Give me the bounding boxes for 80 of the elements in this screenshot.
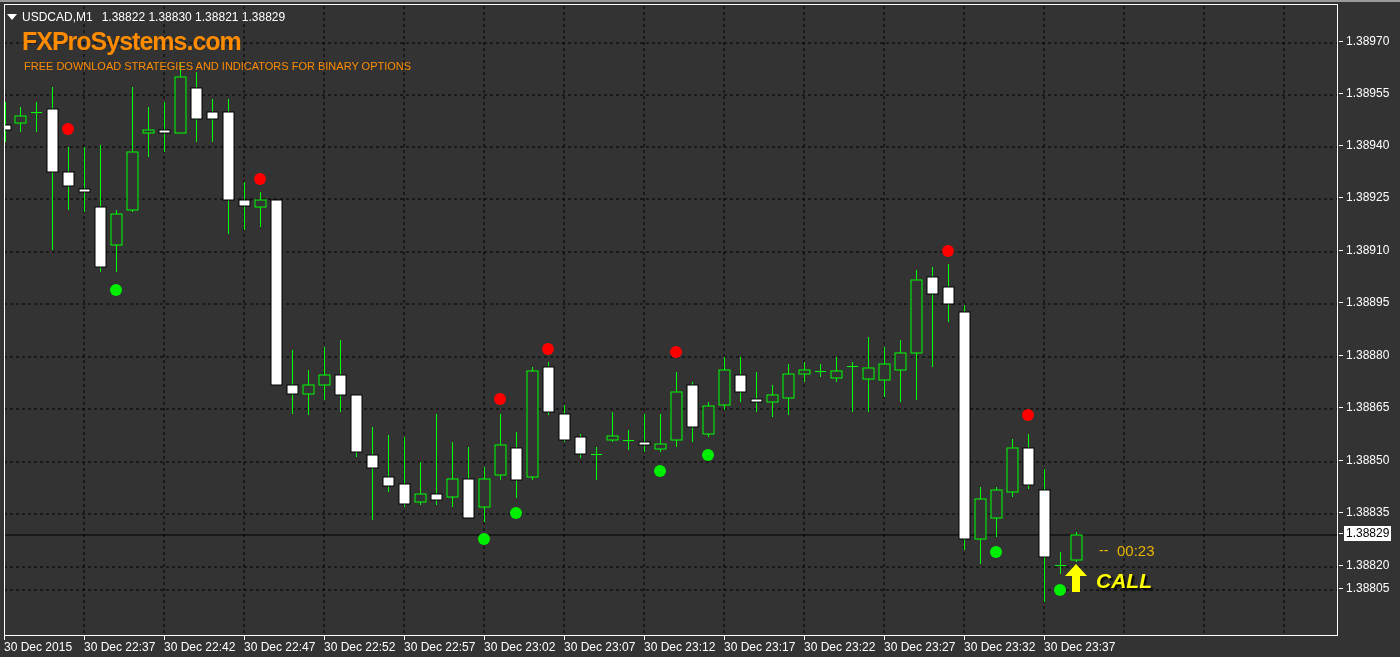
timer-dashes: -- (1099, 541, 1109, 560)
buy-signal-dot (110, 284, 122, 296)
time-label: 30 Dec 23:17 (724, 640, 796, 655)
dropdown-triangle-icon[interactable] (7, 13, 17, 21)
candlestick (798, 361, 811, 383)
buy-signal-dot (478, 533, 490, 545)
sell-signal-dot (542, 343, 554, 355)
brand-title: FXProSystems.com (22, 26, 241, 56)
price-label: 1.38925 (1346, 190, 1390, 205)
time-label: 30 Dec 22:42 (164, 640, 236, 655)
candlestick (622, 429, 635, 451)
time-label: 30 Dec 22:57 (404, 640, 476, 655)
candlestick (206, 98, 219, 143)
price-label: 1.38880 (1346, 348, 1390, 363)
sell-signal-dot (254, 173, 266, 185)
candlestick (494, 413, 507, 481)
time-label: 30 Dec 23:27 (884, 640, 956, 655)
up-arrow-icon (1065, 564, 1087, 592)
price-label: 1.38865 (1346, 400, 1390, 415)
buy-signal-dot (702, 449, 714, 461)
call-signal-label: CALL (1096, 569, 1152, 593)
symbol-label: USDCAD,M1 (22, 9, 93, 26)
time-label: 30 Dec 22:52 (324, 640, 396, 655)
candlestick (782, 363, 795, 416)
time-label: 30 Dec 23:07 (564, 640, 636, 655)
candlestick (654, 413, 667, 453)
sell-signal-dot (942, 245, 954, 257)
time-label: 30 Dec 23:02 (484, 640, 556, 655)
candlestick (878, 346, 891, 398)
time-label: 30 Dec 22:37 (84, 640, 156, 655)
price-label: 1.38820 (1346, 558, 1390, 573)
price-label: 1.38895 (1346, 295, 1390, 310)
time-label: 30 Dec 2015 (4, 640, 73, 655)
sell-signal-dot (1022, 409, 1034, 421)
buy-signal-dot (1054, 584, 1066, 596)
ohlc-values: 1.38822 1.38830 1.38821 1.38829 (101, 9, 286, 26)
candlestick (574, 433, 587, 459)
price-label: 1.38910 (1346, 243, 1390, 258)
candlestick (110, 209, 123, 273)
candlestick (1006, 438, 1019, 498)
candle-timer: 00:23 (1117, 541, 1155, 561)
candlestick (1070, 531, 1083, 563)
candlestick (14, 106, 27, 133)
candlestick (414, 461, 427, 506)
candlestick (990, 486, 1003, 538)
candlestick (30, 101, 43, 133)
candlestick (846, 361, 859, 413)
time-label: 30 Dec 22:47 (244, 640, 316, 655)
candlestick (446, 441, 459, 508)
candlestick (814, 363, 827, 378)
price-label: 1.38805 (1346, 581, 1390, 596)
candlestick (830, 356, 843, 383)
candlestick (478, 466, 491, 523)
price-label: 1.38970 (1346, 34, 1390, 49)
price-label: 1.38829 (1344, 526, 1392, 541)
candlestick (142, 106, 155, 158)
candlestick (302, 369, 315, 416)
sell-signal-dot (62, 123, 74, 135)
time-label: 30 Dec 23:32 (964, 640, 1036, 655)
price-label: 1.38955 (1346, 86, 1390, 101)
price-label: 1.38850 (1346, 453, 1390, 468)
price-label: 1.38835 (1346, 505, 1390, 520)
sell-signal-dot (494, 393, 506, 405)
buy-signal-dot (510, 507, 522, 519)
candlestick (606, 411, 619, 443)
candlestick (254, 191, 267, 228)
candlestick (766, 384, 779, 418)
time-label: 30 Dec 23:22 (804, 640, 876, 655)
candlestick (894, 339, 907, 403)
sell-signal-dot (670, 346, 682, 358)
time-label: 30 Dec 23:37 (1044, 640, 1116, 655)
price-label: 1.38940 (1346, 138, 1390, 153)
candlestick (718, 356, 731, 411)
buy-signal-dot (990, 546, 1002, 558)
buy-signal-dot (654, 465, 666, 477)
candlestick (318, 346, 331, 401)
candlestick (590, 446, 603, 481)
candlestick (1054, 551, 1067, 575)
time-label: 30 Dec 23:12 (644, 640, 716, 655)
candlestick (702, 401, 715, 438)
